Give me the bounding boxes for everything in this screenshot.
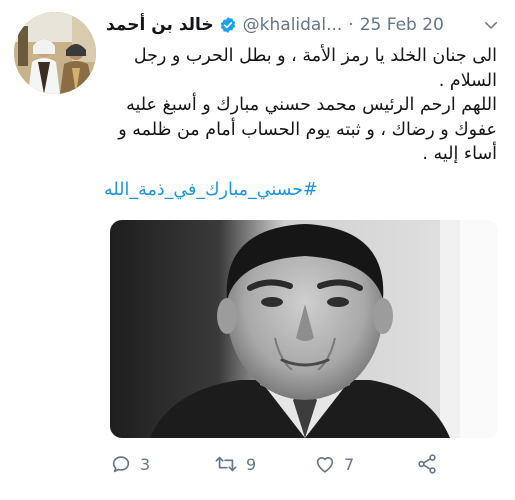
retweet-icon [214, 453, 238, 475]
tweet-photo[interactable] [110, 220, 498, 438]
like-button[interactable]: 7 [314, 453, 354, 475]
reply-button[interactable]: 3 [110, 453, 150, 475]
avatar-image [14, 12, 96, 94]
reply-count: 3 [140, 454, 151, 474]
avatar[interactable] [14, 12, 96, 94]
separator-dot: · [348, 15, 354, 35]
retweet-button[interactable]: 9 [214, 453, 256, 475]
user-handle[interactable]: @khalidal... [243, 15, 343, 35]
share-button[interactable] [416, 453, 438, 475]
share-icon [416, 453, 438, 475]
tweet-date[interactable]: 25 Feb 20 [360, 15, 444, 35]
tweet-text-line: الى جنان الخلد يا رمز الأمة ، و بطل الحر… [133, 46, 497, 91]
chevron-down-icon[interactable] [482, 16, 500, 34]
verified-badge-icon [219, 16, 237, 34]
tweet-actions: 3 9 7 [110, 453, 498, 481]
display-name[interactable]: خالد بن أحمد [106, 15, 214, 35]
portrait-photo [110, 220, 498, 438]
tweet-text: الى جنان الخلد يا رمز الأمة ، و بطل الحر… [104, 44, 497, 167]
like-count: 7 [344, 454, 355, 474]
hashtag-link[interactable]: #حسني_مبارك_في_ذمة_الله [104, 180, 497, 200]
reply-icon [110, 453, 132, 475]
heart-icon [314, 453, 336, 475]
tweet-text-line: اللهم ارحم الرئيس محمد حسني مبارك و أسبغ… [118, 95, 497, 164]
tweet-header: خالد بن أحمد @khalidal... · 25 Feb 20 [106, 12, 506, 38]
retweet-count: 9 [246, 454, 257, 474]
